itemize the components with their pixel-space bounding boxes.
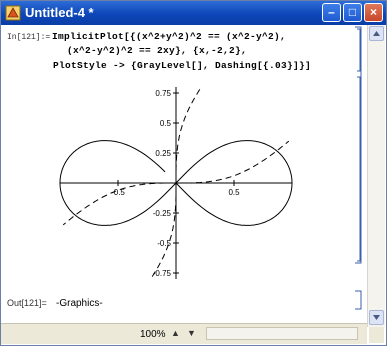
y-tick-label: 0.5 [160,119,172,128]
minimize-button[interactable]: – [322,3,341,22]
title-bar[interactable]: Untitled-4 * – □ × [1,1,386,25]
arrow-up-icon [373,31,380,36]
zoom-up-icon[interactable]: ▲ [171,328,180,338]
notebook-content[interactable]: In[121]:= ImplicitPlot[{(x^2+y^2)^2 == (… [1,25,353,321]
y-tick-label: 0.25 [155,149,171,158]
zoom-down-icon[interactable]: ▼ [187,328,196,338]
input-label: In[121]:= [7,33,51,42]
implicit-plot[interactable]: -0.5 0.50.750.50.25-0.25-0.5-0.75 [41,83,311,283]
status-bar: 100% ▲ ▼ [1,323,367,344]
y-tick-label: 0.75 [155,89,171,98]
y-tick-label: -0.25 [153,209,172,218]
resize-grip[interactable] [369,327,384,343]
arrow-down-icon [373,315,380,320]
cell-brackets[interactable] [353,25,367,321]
horizontal-scrollbar[interactable] [206,327,358,340]
notebook-window: Untitled-4 * – □ × In[121]:= ImplicitPlo… [0,0,387,346]
code-line-2[interactable]: (x^2-y^2)^2 == 2xy}, {x,-2,2}, [67,45,247,56]
maximize-button[interactable]: □ [343,3,362,22]
output-value: -Graphics- [56,298,103,309]
close-button[interactable]: × [364,3,383,22]
zoom-level[interactable]: 100% [140,329,166,340]
scroll-down-button[interactable] [369,310,384,325]
minimize-icon: – [328,5,335,19]
close-icon: × [369,5,377,19]
vertical-scrollbar[interactable] [367,25,385,327]
maximize-icon: □ [348,5,357,19]
scroll-up-button[interactable] [369,26,384,41]
x-tick-label: 0.5 [228,188,240,197]
code-line-1[interactable]: ImplicitPlot[{(x^2+y^2)^2 == (x^2-y^2), [52,31,286,42]
window-title: Untitled-4 * [25,5,94,20]
notebook-icon [5,5,21,21]
output-label: Out[121]= [7,298,47,308]
y-tick-label: -0.75 [153,269,172,278]
code-line-3[interactable]: PlotStyle -> {GrayLevel[], Dashing[{.03}… [53,60,311,71]
